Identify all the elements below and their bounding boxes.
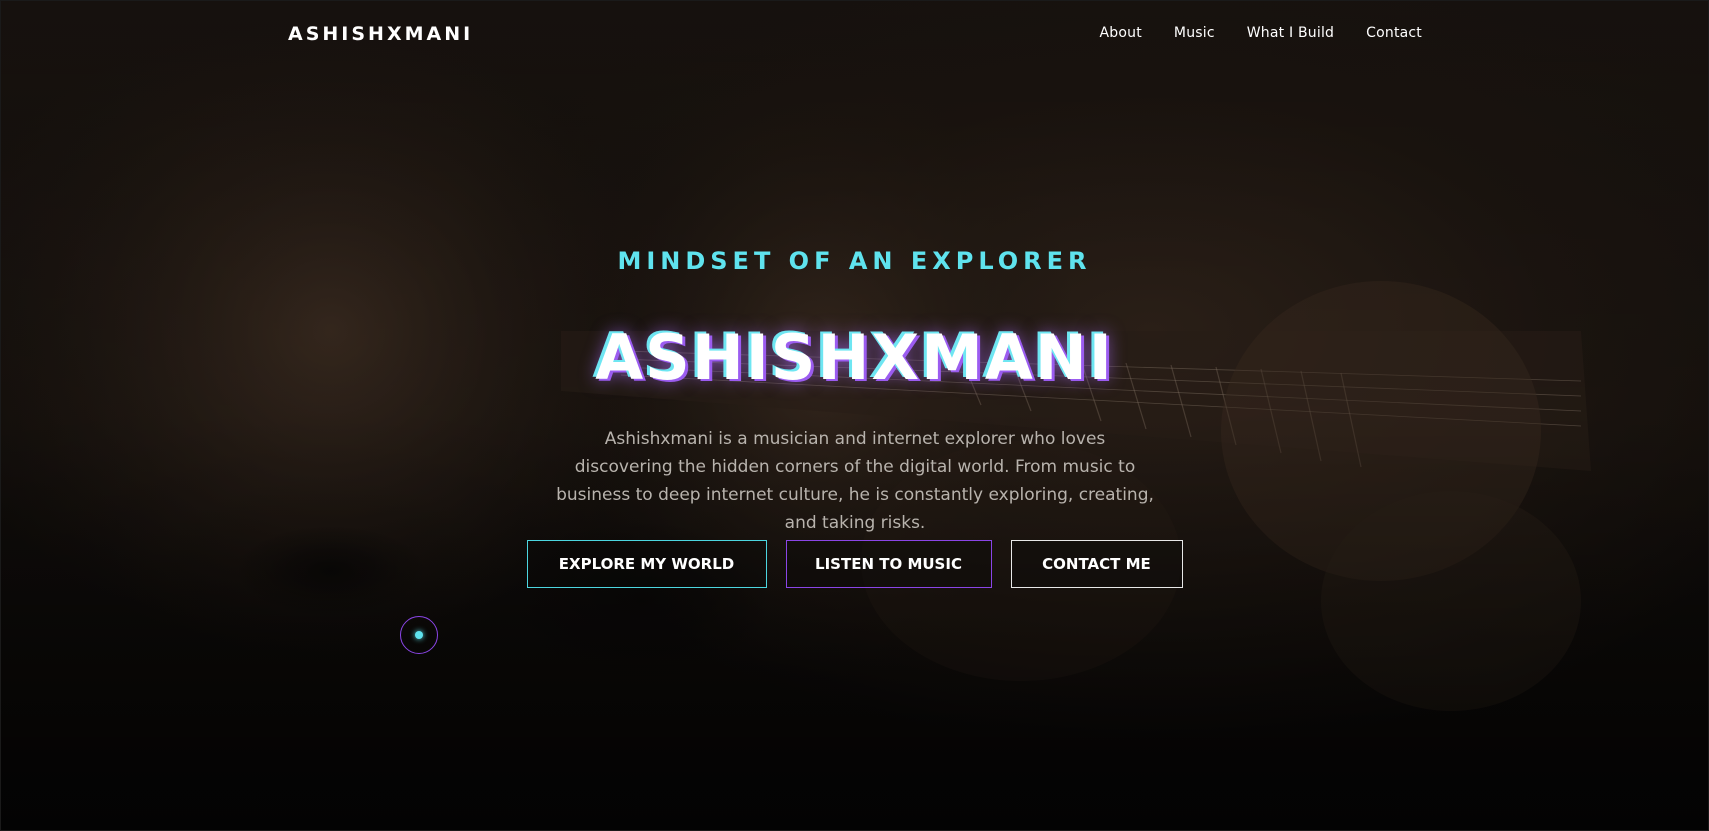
background-guitar-image bbox=[1, 1, 1591, 711]
contact-me-button[interactable]: CONTACT ME bbox=[1010, 540, 1183, 588]
nav-link-music[interactable]: Music bbox=[1174, 25, 1215, 41]
explore-my-world-button[interactable]: EXPLORE MY WORLD bbox=[526, 540, 767, 588]
hero-tagline: MINDSET OF AN EXPLORER bbox=[617, 247, 1092, 275]
nav-link-contact[interactable]: Contact bbox=[1366, 25, 1422, 41]
top-navigation: ASHISHXMANI About Music What I Build Con… bbox=[1, 1, 1708, 69]
custom-cursor-dot bbox=[415, 631, 423, 639]
hero-title: ASHISHXMANI bbox=[595, 321, 1114, 394]
nav-link-about[interactable]: About bbox=[1100, 25, 1142, 41]
hero-description: Ashishxmani is a musician and internet e… bbox=[556, 429, 1154, 533]
listen-to-music-button[interactable]: LISTEN TO MUSIC bbox=[785, 540, 992, 588]
page: ASHISHXMANI About Music What I Build Con… bbox=[0, 0, 1709, 831]
cta-button-row: EXPLORE MY WORLD LISTEN TO MUSIC CONTACT… bbox=[1, 540, 1708, 588]
background-overlay bbox=[1, 1, 1708, 830]
nav-link-what-i-build[interactable]: What I Build bbox=[1247, 25, 1334, 41]
nav-links: About Music What I Build Contact bbox=[1100, 25, 1422, 41]
site-logo[interactable]: ASHISHXMANI bbox=[288, 23, 473, 45]
